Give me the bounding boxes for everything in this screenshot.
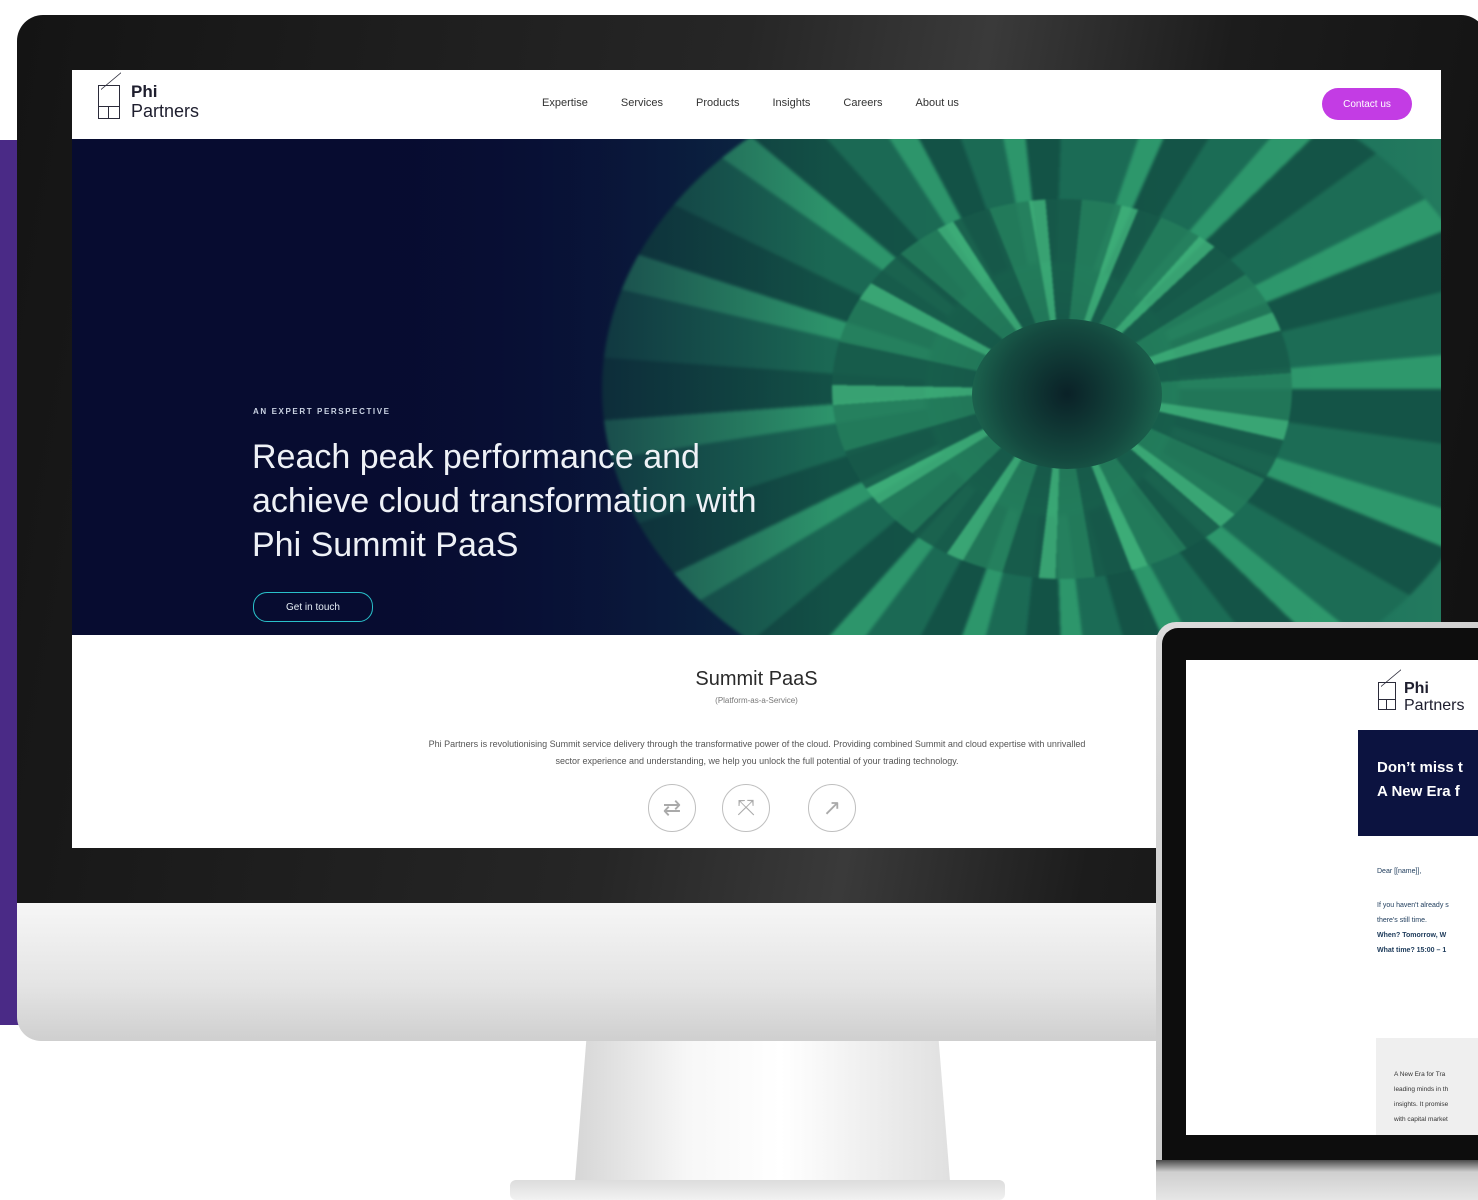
- nav-item-products[interactable]: Products: [696, 97, 739, 109]
- hero-eyebrow: AN EXPERT PERSPECTIVE: [253, 407, 391, 416]
- email-when: When? Tomorrow, W: [1377, 932, 1447, 939]
- main-menu: Expertise Services Products Insights Car…: [542, 97, 959, 109]
- email-banner-line-2: A New Era f: [1377, 783, 1460, 800]
- hero-banner: AN EXPERT PERSPECTIVE Reach peak perform…: [72, 139, 1441, 635]
- exchange-arrows-icon: ⇄: [648, 784, 696, 832]
- email-box-line-3: insights. It promise: [1394, 1101, 1449, 1108]
- contact-us-button[interactable]: Contact us: [1322, 88, 1412, 120]
- email-box-line-4: with capital market: [1394, 1116, 1448, 1123]
- summit-description: Phi Partners is revolutionising Summit s…: [428, 739, 1086, 766]
- hero-headline: Reach peak performance and achieve cloud…: [252, 438, 757, 564]
- nav-item-careers[interactable]: Careers: [843, 97, 882, 109]
- email-what-time: What time? 15:00 – 1: [1377, 947, 1447, 954]
- site-logo[interactable]: Phi Partners: [98, 72, 218, 123]
- nav-item-services[interactable]: Services: [621, 97, 663, 109]
- email-greeting: Dear [[name]],: [1377, 868, 1422, 875]
- nav-item-expertise[interactable]: Expertise: [542, 97, 588, 109]
- email-line-2: there's still time.: [1377, 917, 1427, 924]
- nav-item-insights[interactable]: Insights: [772, 97, 810, 109]
- email-banner-line-1: Don’t miss t: [1377, 759, 1463, 776]
- logo-text-partners: Partners: [131, 101, 200, 121]
- get-in-touch-button[interactable]: Get in touch: [253, 592, 373, 622]
- email-box-line-2: leading minds in th: [1394, 1086, 1449, 1093]
- phi-logo-icon: [1378, 669, 1401, 710]
- email-banner: Don’t miss t A New Era f: [1358, 730, 1478, 836]
- phi-logo-icon: [98, 72, 121, 119]
- feature-icons: ⇄ ⤧ ↗: [648, 784, 868, 836]
- logo-text-phi: Phi: [131, 82, 158, 101]
- email-screen: Phi Partners Don’t miss t A New Era f De…: [1186, 660, 1478, 1135]
- email-logo-partners: Partners: [1404, 697, 1465, 714]
- nav-item-about-us[interactable]: About us: [916, 97, 959, 109]
- imac-stand: [575, 1041, 950, 1181]
- top-navigation: Phi Partners Expertise Services Products…: [72, 70, 1441, 139]
- imac-stand-base: [510, 1180, 1005, 1200]
- email-banner-heading: Don’t miss t A New Era f: [1377, 756, 1463, 804]
- laptop-base: [1156, 1160, 1478, 1200]
- growth-chart-icon: ↗: [808, 784, 856, 832]
- succulent-image-core: [972, 319, 1162, 469]
- email-line-1: If you haven't already s: [1377, 902, 1449, 909]
- expand-arrows-icon: ⤧: [722, 784, 770, 832]
- email-info-box: A New Era for Tra leading minds in th in…: [1376, 1038, 1478, 1135]
- email-box-line-1: A New Era for Tra: [1394, 1071, 1446, 1078]
